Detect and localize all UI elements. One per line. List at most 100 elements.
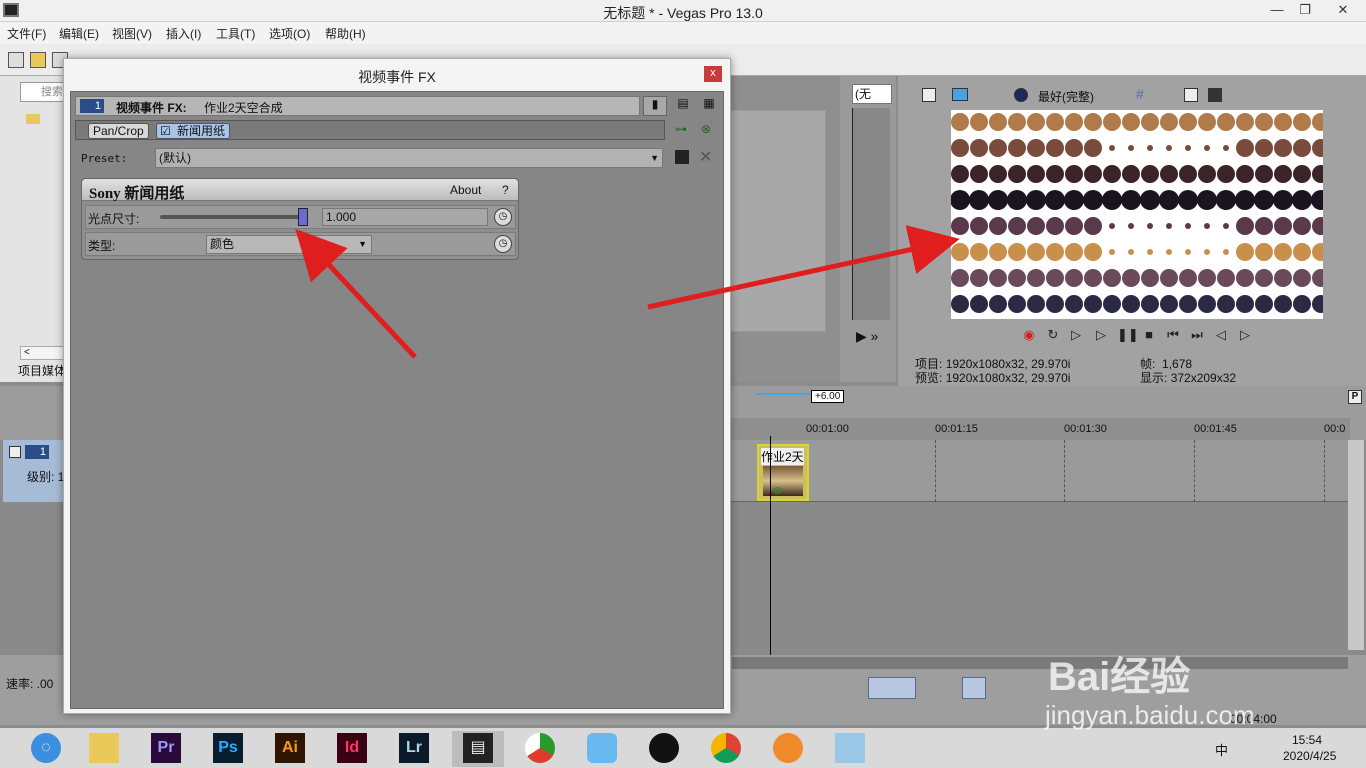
app-icon-orange[interactable] — [762, 731, 814, 767]
video-track-header[interactable]: 1 级别: 1 — [3, 440, 70, 502]
next-frame-icon[interactable]: ▷ — [1237, 328, 1253, 342]
edit-tool-toggle[interactable] — [868, 677, 916, 699]
scroll-left-button[interactable]: < — [20, 346, 66, 360]
lightroom-icon[interactable]: Lr — [388, 731, 440, 767]
halftone-dot — [1109, 249, 1115, 255]
menu-tools[interactable]: 工具(T) — [216, 25, 255, 42]
qq-icon[interactable] — [638, 731, 690, 767]
trimmer-pane: (无 ▶ » — [840, 76, 896, 382]
type-keyframe-icon[interactable]: ◷ — [494, 235, 512, 253]
illustrator-icon[interactable]: Ai — [264, 731, 316, 767]
menu-file[interactable]: 文件(F) — [7, 25, 46, 42]
halftone-dot — [1217, 269, 1235, 287]
dot-size-slider[interactable] — [160, 208, 308, 226]
horizontal-scrollbar[interactable] — [732, 657, 1348, 669]
open-folder-icon[interactable] — [30, 52, 46, 68]
halftone-dot — [1122, 295, 1140, 313]
halftone-dot — [1204, 249, 1210, 255]
go-to-start-icon[interactable]: ⏮ — [1165, 328, 1181, 342]
play-icon[interactable]: ▷ — [1093, 328, 1109, 342]
vegas-taskbar-icon[interactable]: ▤ — [452, 731, 504, 767]
halftone-dot — [1204, 145, 1210, 151]
halftone-dot — [1103, 113, 1121, 131]
app-icon-notepad[interactable] — [824, 731, 876, 767]
chrome-icon[interactable] — [700, 731, 752, 767]
file-explorer-icon[interactable] — [78, 731, 130, 767]
clock-date: 2020/4/25 — [1283, 749, 1337, 763]
help-button[interactable]: ? — [502, 183, 509, 197]
start-button[interactable]: ◌ — [20, 731, 72, 767]
save-snapshot-icon[interactable] — [1208, 88, 1222, 102]
remove-plugin-icon[interactable]: ⊗ — [701, 122, 711, 136]
dot-size-slider-thumb[interactable] — [298, 208, 308, 226]
plugin-newsprint[interactable]: ☑ 新闻用纸 — [156, 123, 231, 139]
halftone-dot — [1065, 217, 1083, 235]
menu-edit[interactable]: 编辑(E) — [59, 25, 99, 42]
preview-quality-dropdown[interactable]: 最好(完整) — [1038, 88, 1094, 105]
trimmer-dropdown[interactable]: (无 — [852, 84, 892, 104]
delete-preset-icon[interactable]: ✕ — [699, 147, 712, 167]
event-fx-icon[interactable]: ⊕ — [773, 484, 782, 497]
preset-dropdown[interactable]: (默认) ▼ — [155, 148, 663, 168]
loop-icon[interactable]: ↻ — [1045, 328, 1061, 342]
grid-icon[interactable]: # — [1136, 86, 1144, 102]
layout-2-icon[interactable]: ▤ — [671, 96, 695, 116]
search-input[interactable]: 搜索 — [20, 82, 66, 102]
halftone-dot — [1027, 139, 1045, 157]
overlay-icon[interactable] — [1014, 88, 1028, 102]
halftone-dot — [1274, 295, 1292, 313]
app-icon-blue-figure[interactable] — [576, 731, 628, 767]
external-monitor-icon[interactable] — [952, 88, 968, 101]
new-project-icon[interactable] — [8, 52, 24, 68]
play-from-start-icon[interactable]: ▷ — [1068, 328, 1084, 342]
preview-settings-icon[interactable] — [922, 88, 936, 102]
track-collapse-icon[interactable] — [9, 446, 21, 458]
pin-icon[interactable]: P — [1348, 390, 1362, 404]
vertical-scrollbar[interactable] — [1348, 440, 1364, 650]
pause-icon[interactable]: ❚❚ — [1117, 328, 1139, 342]
ime-indicator[interactable]: 中 — [1215, 740, 1228, 759]
menu-help[interactable]: 帮助(H) — [325, 25, 366, 42]
type-dropdown[interactable]: 颜色 ▼ — [206, 235, 372, 254]
dialog-close-button[interactable]: x — [704, 66, 722, 82]
record-icon[interactable]: ◉ — [1021, 328, 1037, 342]
halftone-dot — [1166, 249, 1172, 255]
premiere-icon[interactable]: Pr — [140, 731, 192, 767]
photoshop-icon[interactable]: Ps — [202, 731, 254, 767]
prev-frame-icon[interactable]: ◁ — [1213, 328, 1229, 342]
close-window-button[interactable]: ✕ — [1320, 0, 1366, 22]
halftone-dot — [1293, 295, 1311, 313]
halftone-dot — [989, 243, 1007, 261]
restore-button[interactable]: ❐ — [1290, 0, 1320, 22]
halftone-dot — [1027, 113, 1045, 131]
halftone-dot — [1008, 269, 1026, 287]
go-to-end-icon[interactable]: ⏭ — [1189, 328, 1205, 342]
plugin-chain-icon[interactable]: ⊶ — [675, 122, 687, 136]
dot-size-input[interactable]: 1.000 — [322, 208, 488, 226]
layout-3-icon[interactable]: ▦ — [697, 96, 721, 116]
halftone-dot — [989, 139, 1007, 157]
app-icon-green-red[interactable] — [514, 731, 566, 767]
dot-size-keyframe-icon[interactable]: ◷ — [494, 208, 512, 226]
halftone-dot — [1217, 165, 1235, 183]
stop-icon[interactable]: ■ — [1141, 328, 1157, 342]
halftone-dot — [1046, 243, 1064, 261]
video-event-clip[interactable]: 作业2天 ⊕ — [757, 444, 809, 501]
play-trim-icon[interactable]: ▶ » — [856, 328, 878, 345]
plugin-pan-crop[interactable]: Pan/Crop — [88, 123, 149, 139]
halftone-dot — [1046, 269, 1064, 287]
indesign-icon[interactable]: Id — [326, 731, 378, 767]
timeline-ruler[interactable]: 00:01:00 00:01:15 00:01:30 00:01:45 00:0 — [730, 418, 1350, 440]
menu-insert[interactable]: 插入(I) — [166, 25, 201, 42]
layout-1-icon[interactable]: ▮ — [643, 96, 667, 116]
menu-options[interactable]: 选项(O) — [269, 25, 310, 42]
preset-label: Preset: — [81, 152, 128, 165]
halftone-dot — [1128, 145, 1134, 151]
auto-ripple-toggle[interactable] — [962, 677, 986, 699]
copy-snapshot-icon[interactable] — [1184, 88, 1198, 102]
minimize-button[interactable]: — — [1262, 0, 1292, 22]
save-preset-icon[interactable] — [675, 150, 689, 164]
menu-view[interactable]: 视图(V) — [112, 25, 152, 42]
about-link[interactable]: About — [450, 183, 481, 197]
plugin-enabled-checkbox[interactable]: ☑ — [160, 124, 171, 138]
